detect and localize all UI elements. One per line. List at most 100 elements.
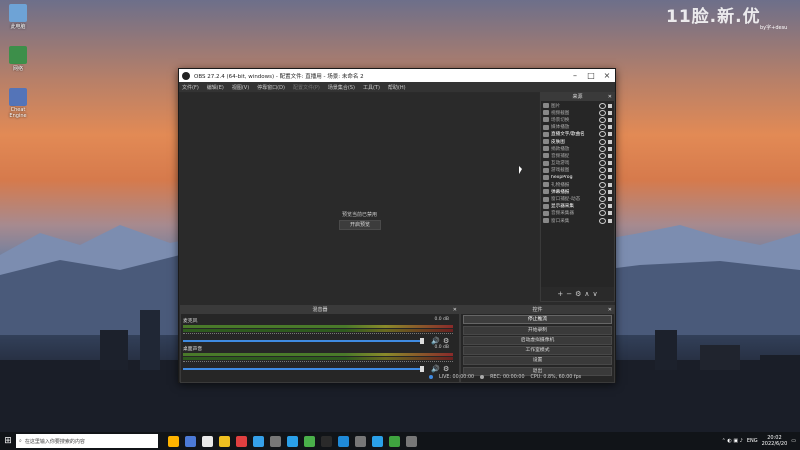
visibility-eye-icon[interactable] [599, 210, 606, 217]
lock-icon[interactable] [608, 110, 612, 115]
notification-icon[interactable]: ▭ [791, 438, 796, 444]
enable-preview-button[interactable]: 开启预览 [339, 220, 381, 230]
taskbar-app-icon[interactable] [372, 435, 383, 447]
source-item[interactable]: hexpProg [541, 174, 614, 181]
desktop-icon-cheat-engine[interactable]: Cheat Engine [4, 88, 32, 119]
maximize-icon[interactable]: □ [583, 71, 599, 80]
lock-icon[interactable] [608, 189, 612, 194]
taskbar-app-icon[interactable] [202, 435, 213, 447]
clock[interactable]: 20:02 2022/6/20 [762, 435, 788, 447]
taskbar-app-icon[interactable] [321, 435, 332, 447]
menu-scene-collection[interactable]: 场景集合(S) [328, 84, 355, 91]
visibility-eye-icon[interactable] [599, 102, 606, 109]
visibility-eye-icon[interactable] [599, 167, 606, 174]
gear-icon[interactable]: ⚙ [443, 337, 449, 345]
speaker-icon[interactable]: 🔊 [431, 337, 440, 345]
visibility-eye-icon[interactable] [599, 152, 606, 159]
lock-icon[interactable] [608, 125, 612, 130]
taskbar-app-icon[interactable] [355, 435, 366, 447]
lock-icon[interactable] [608, 146, 612, 151]
taskbar-app-icon[interactable] [253, 435, 264, 447]
visibility-eye-icon[interactable] [599, 138, 606, 145]
dock-close-icon[interactable]: ✕ [608, 306, 612, 314]
add-source-icon[interactable]: + [557, 290, 563, 298]
taskbar-app-icon[interactable] [236, 435, 247, 447]
source-item[interactable]: 媒体播放 [541, 124, 614, 131]
dock-close-icon[interactable]: ✕ [608, 93, 612, 101]
source-item[interactable]: 捐款播放 [541, 145, 614, 152]
lock-icon[interactable] [608, 204, 612, 209]
menu-edit[interactable]: 编辑(E) [207, 84, 224, 91]
lock-icon[interactable] [608, 117, 612, 122]
taskbar-search[interactable]: ⌕ 在这里输入你要搜索的内容 [16, 434, 158, 448]
menu-help[interactable]: 帮助(H) [388, 84, 406, 91]
start-recording-button[interactable]: 开始录制 [463, 325, 612, 335]
windows-start-icon[interactable]: ⊞ [0, 436, 16, 446]
menu-file[interactable]: 文件(F) [182, 84, 199, 91]
preview-area[interactable]: 预览当前已禁用 开启预览 [180, 93, 539, 305]
visibility-eye-icon[interactable] [599, 174, 606, 181]
visibility-eye-icon[interactable] [599, 109, 606, 116]
start-virtual-camera-button[interactable]: 启动虚拟摄像机 [463, 335, 612, 345]
source-item[interactable]: 显示器采集 [541, 203, 614, 210]
move-down-icon[interactable]: ∨ [593, 290, 598, 298]
lock-icon[interactable] [608, 103, 612, 108]
studio-mode-button[interactable]: 工作室模式 [463, 346, 612, 356]
menu-view[interactable]: 视图(V) [232, 84, 249, 91]
menu-tools[interactable]: 工具(T) [363, 84, 380, 91]
source-item[interactable]: 互动游戏 [541, 160, 614, 167]
lock-icon[interactable] [608, 153, 612, 158]
taskbar-app-icon[interactable] [168, 435, 179, 447]
source-item[interactable]: 音频捕捉 [541, 152, 614, 159]
desktop-icon-network[interactable]: 网络 [4, 46, 32, 72]
visibility-eye-icon[interactable] [599, 203, 606, 210]
title-bar[interactable]: OBS 27.2.4 (64-bit, windows) - 配置文件: 直播用… [179, 69, 615, 82]
source-item[interactable]: 直播文字/歌曲名 [541, 131, 614, 138]
visibility-eye-icon[interactable] [599, 217, 606, 224]
source-item[interactable]: 音频采集器 [541, 210, 614, 217]
fader-handle[interactable] [420, 366, 424, 372]
taskbar-app-icon[interactable] [270, 435, 281, 447]
source-item[interactable]: 场景切换 [541, 116, 614, 123]
source-item[interactable]: 图片 [541, 102, 614, 109]
taskbar-app-icon[interactable] [219, 435, 230, 447]
taskbar-app-icon[interactable] [304, 435, 315, 447]
visibility-eye-icon[interactable] [599, 181, 606, 188]
lock-icon[interactable] [608, 132, 612, 137]
source-settings-icon[interactable]: ⚙ [575, 290, 581, 298]
tray-icons[interactable]: ⌃ ◐ ▣ ♪ [722, 438, 743, 444]
source-item[interactable]: 视频截图 [541, 109, 614, 116]
lock-icon[interactable] [608, 218, 612, 223]
menu-profile[interactable]: 配置文件(P) [293, 84, 320, 91]
taskbar-app-icon[interactable] [185, 435, 196, 447]
lock-icon[interactable] [608, 139, 612, 144]
visibility-eye-icon[interactable] [599, 188, 606, 195]
visibility-eye-icon[interactable] [599, 160, 606, 167]
close-icon[interactable]: × [599, 71, 615, 80]
lock-icon[interactable] [608, 168, 612, 173]
lock-icon[interactable] [608, 175, 612, 180]
taskbar-app-icon[interactable] [287, 435, 298, 447]
source-item[interactable]: 窗口采集 [541, 217, 614, 224]
source-item[interactable]: 游戏截图 [541, 167, 614, 174]
language-indicator[interactable]: ENG [747, 438, 758, 444]
visibility-eye-icon[interactable] [599, 124, 606, 131]
settings-button[interactable]: 设置 [463, 356, 612, 366]
speaker-icon[interactable]: 🔊 [431, 365, 440, 373]
visibility-eye-icon[interactable] [599, 131, 606, 138]
remove-source-icon[interactable]: − [566, 290, 572, 298]
taskbar-app-icon[interactable] [406, 435, 417, 447]
source-item[interactable]: 礼物播报 [541, 181, 614, 188]
visibility-eye-icon[interactable] [599, 145, 606, 152]
volume-fader[interactable]: 🔊 ⚙ [183, 337, 453, 345]
stop-streaming-button[interactable]: 停止推流 [463, 315, 612, 325]
fader-handle[interactable] [420, 338, 424, 344]
gear-icon[interactable]: ⚙ [443, 365, 449, 373]
lock-icon[interactable] [608, 161, 612, 166]
menu-docks[interactable]: 停靠窗口(D) [257, 84, 285, 91]
source-item[interactable]: 弹幕播报 [541, 188, 614, 195]
minimize-icon[interactable]: – [567, 71, 583, 80]
volume-fader[interactable]: 🔊 ⚙ [183, 365, 453, 373]
taskbar-app-icon[interactable] [389, 435, 400, 447]
taskbar-app-icon[interactable] [338, 435, 349, 447]
